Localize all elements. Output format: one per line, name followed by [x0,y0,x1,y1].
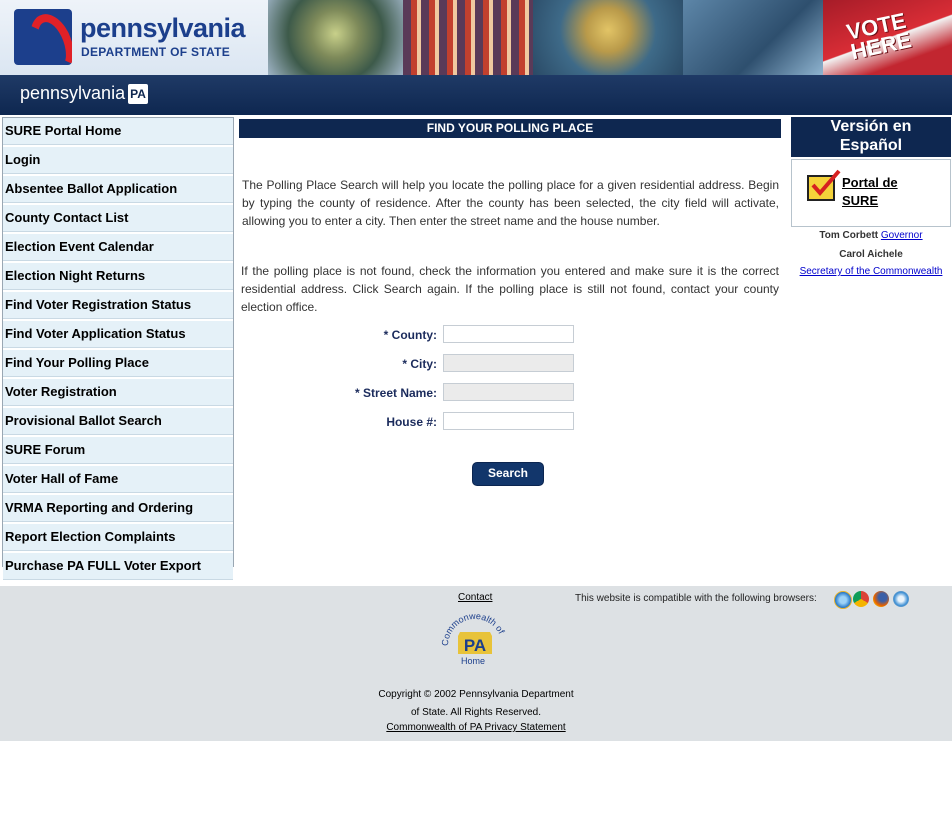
nav-band: pennsylvania PA [0,75,952,115]
secretary-line: Secretary of the Commonwealth [791,266,951,277]
county-label: * County: [383,328,437,342]
governor-link[interactable]: Governor [881,230,923,241]
copyright-line-1: Copyright © 2002 Pennsylvania Department [378,689,574,700]
state-seal-photo [533,0,683,75]
dos-logo[interactable]: pennsylvania DEPARTMENT OF STATE [0,0,268,75]
logo-subtitle: DEPARTMENT OF STATE [81,45,231,59]
firefox-icon [873,591,889,607]
seal-home-label: Home [461,656,486,666]
governor-line: Tom Corbett Governor [791,230,951,242]
keystone-logo-icon [14,9,72,65]
county-row: * County: [239,325,781,345]
sidebar-item-provisional-ballot[interactable]: Provisional Ballot Search [3,408,233,435]
street-row: * Street Name: [239,383,781,403]
footer: Contact Commonwealth of PA Home This web… [0,586,952,741]
bar-chart-photo [403,0,533,75]
governor-name: Tom Corbett [819,230,879,241]
secretary-link[interactable]: Secretary of the Commonwealth [800,266,943,277]
privacy-statement-link[interactable]: Commonwealth of PA Privacy Statement [386,722,565,733]
sidebar-item-county-contact[interactable]: County Contact List [3,205,233,232]
pa-brand-word: pennsylvania [20,83,126,103]
page-title: FIND YOUR POLLING PLACE [239,119,781,138]
secretary-name: Carol Aichele [839,249,903,260]
sidebar-item-voter-registration[interactable]: Voter Registration [3,379,233,406]
portal-de-sure-box: Portal de SURE [791,159,951,227]
sidebar-item-sure-forum[interactable]: SURE Forum [3,437,233,464]
sidebar-menu: SURE Portal Home Login Absentee Ballot A… [2,117,234,580]
not-found-text: If the polling place is not found, check… [241,264,779,314]
sidebar-item-application-status[interactable]: Find Voter Application Status [3,321,233,348]
ie-icon [834,591,852,609]
browser-compat-text: This website is compatible with the foll… [575,593,817,604]
portal-line-2: SURE [842,193,879,208]
sidebar-item-report-complaints[interactable]: Report Election Complaints [3,524,233,551]
logo-title: pennsylvania [80,13,246,43]
chrome-icon [853,591,869,607]
intro-text: The Polling Place Search will help you l… [242,178,779,228]
sidebar-item-registration-status[interactable]: Find Voter Registration Status [3,292,233,319]
privacy-line: Commonwealth of PA Privacy Statement [340,722,612,733]
city-label: * City: [402,357,437,371]
search-button[interactable]: Search [472,462,544,486]
pa-keystone-icon: PA [128,84,148,104]
contact-link[interactable]: Contact [458,592,492,603]
spanish-line-2: Español [839,137,903,154]
spanish-version-link[interactable]: Versión en Español [791,117,951,157]
city-input[interactable] [443,354,574,372]
header-banner: VOTE HERE pennsylvania DEPARTMENT OF STA… [0,0,952,75]
copyright-text: Copyright © 2002 Pennsylvania Department… [340,686,612,722]
safari-icon [893,591,909,607]
spanish-line-1: Versión en [830,118,912,135]
sidebar-item-login[interactable]: Login [3,147,233,174]
sidebar-item-polling-place[interactable]: Find Your Polling Place [3,350,233,377]
sidebar-item-election-calendar[interactable]: Election Event Calendar [3,234,233,261]
portal-de-sure-link[interactable]: Portal de SURE [842,174,898,210]
house-label: House #: [386,415,437,429]
sidebar-item-election-returns[interactable]: Election Night Returns [3,263,233,290]
street-name-input[interactable] [443,383,574,401]
street-label: * Street Name: [354,386,437,400]
city-row: * City: [239,354,781,374]
portal-line-1: Portal de [842,175,898,190]
sidebar-item-sure-portal-home[interactable]: SURE Portal Home [3,118,233,145]
house-row: House #: [239,412,781,432]
sidebar-item-absentee-ballot[interactable]: Absentee Ballot Application [3,176,233,203]
main-content: FIND YOUR POLLING PLACE The Polling Plac… [239,119,781,486]
sidebar-item-vrma[interactable]: VRMA Reporting and Ordering [3,495,233,522]
checkmark-icon [807,169,841,201]
house-number-input[interactable] [443,412,574,430]
county-input[interactable] [443,325,574,343]
stethoscope-photo [683,0,823,75]
seal-pa-text: PA [464,636,486,655]
sidebar-item-hall-of-fame[interactable]: Voter Hall of Fame [3,466,233,493]
copyright-line-2: of State. All Rights Reserved. [410,707,542,718]
sidebar-item-voter-export[interactable]: Purchase PA FULL Voter Export [3,553,233,580]
capitol-dome-photo [268,0,403,75]
